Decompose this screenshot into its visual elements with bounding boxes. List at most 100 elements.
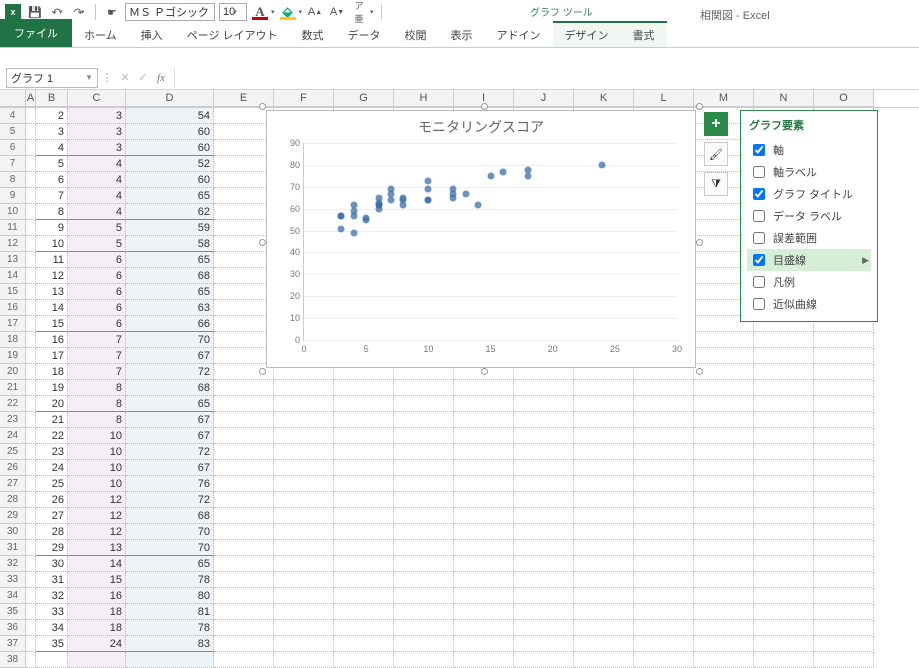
cell[interactable] bbox=[274, 476, 334, 492]
cell[interactable] bbox=[694, 348, 754, 364]
cell[interactable] bbox=[26, 268, 36, 284]
col-header-H[interactable]: H bbox=[394, 90, 454, 107]
cell[interactable] bbox=[574, 508, 634, 524]
cell[interactable] bbox=[214, 540, 274, 556]
chart-object[interactable]: モニタリングスコア 010203040506070809005101520253… bbox=[266, 110, 696, 368]
cell[interactable] bbox=[514, 380, 574, 396]
cell[interactable]: 52 bbox=[126, 156, 214, 172]
cell[interactable] bbox=[754, 364, 814, 380]
col-header-E[interactable]: E bbox=[214, 90, 274, 107]
checkbox[interactable] bbox=[753, 166, 765, 178]
cell[interactable]: 29 bbox=[36, 540, 68, 556]
cell[interactable] bbox=[274, 428, 334, 444]
col-header-B[interactable]: B bbox=[36, 90, 68, 107]
cell[interactable]: 58 bbox=[126, 236, 214, 252]
cell[interactable] bbox=[574, 476, 634, 492]
cell[interactable] bbox=[26, 188, 36, 204]
cell[interactable] bbox=[754, 348, 814, 364]
cell[interactable] bbox=[814, 396, 874, 412]
col-header-G[interactable]: G bbox=[334, 90, 394, 107]
row-header[interactable]: 21 bbox=[0, 380, 26, 396]
cell[interactable] bbox=[274, 604, 334, 620]
cell[interactable] bbox=[574, 604, 634, 620]
cell[interactable] bbox=[334, 380, 394, 396]
cell[interactable]: 10 bbox=[68, 460, 126, 476]
cell[interactable]: 62 bbox=[126, 204, 214, 220]
cell[interactable] bbox=[394, 556, 454, 572]
chart-element-option[interactable]: グラフ タイトル bbox=[747, 183, 871, 205]
cell[interactable]: 12 bbox=[36, 268, 68, 284]
cell[interactable]: 68 bbox=[126, 508, 214, 524]
cell[interactable]: 78 bbox=[126, 572, 214, 588]
checkbox[interactable] bbox=[753, 232, 765, 244]
cell[interactable]: 28 bbox=[36, 524, 68, 540]
cell[interactable] bbox=[334, 412, 394, 428]
font-color-button[interactable]: A bbox=[251, 3, 269, 21]
cell[interactable] bbox=[394, 572, 454, 588]
cell[interactable] bbox=[814, 588, 874, 604]
cell[interactable] bbox=[694, 572, 754, 588]
cell[interactable]: 8 bbox=[68, 396, 126, 412]
cell[interactable] bbox=[754, 396, 814, 412]
cell[interactable]: 10 bbox=[68, 476, 126, 492]
cell[interactable] bbox=[634, 636, 694, 652]
cell[interactable]: 63 bbox=[126, 300, 214, 316]
cell[interactable] bbox=[694, 620, 754, 636]
cell[interactable] bbox=[634, 508, 694, 524]
cell[interactable] bbox=[814, 540, 874, 556]
cell[interactable]: 4 bbox=[68, 188, 126, 204]
cell[interactable]: 18 bbox=[36, 364, 68, 380]
cell[interactable]: 35 bbox=[36, 636, 68, 652]
cell[interactable] bbox=[214, 124, 274, 140]
cell[interactable] bbox=[694, 396, 754, 412]
cell[interactable] bbox=[26, 284, 36, 300]
col-header-D[interactable]: D bbox=[126, 90, 214, 107]
touch-mode-icon[interactable]: ☛ bbox=[103, 3, 121, 21]
cell[interactable] bbox=[274, 412, 334, 428]
cell[interactable] bbox=[454, 524, 514, 540]
cell[interactable] bbox=[334, 524, 394, 540]
cell[interactable] bbox=[754, 476, 814, 492]
cell[interactable] bbox=[454, 428, 514, 444]
fill-color-button[interactable]: ⬙ bbox=[279, 3, 297, 21]
row-header[interactable]: 10 bbox=[0, 204, 26, 220]
row-header[interactable]: 28 bbox=[0, 492, 26, 508]
cell[interactable]: 83 bbox=[126, 636, 214, 652]
cell[interactable] bbox=[814, 492, 874, 508]
cell[interactable] bbox=[394, 652, 454, 668]
cell[interactable] bbox=[214, 460, 274, 476]
cell[interactable] bbox=[634, 540, 694, 556]
cell[interactable] bbox=[214, 220, 274, 236]
cell[interactable] bbox=[394, 428, 454, 444]
chart-point[interactable] bbox=[400, 197, 407, 204]
cell[interactable] bbox=[26, 316, 36, 332]
cell[interactable] bbox=[814, 428, 874, 444]
cell[interactable] bbox=[814, 652, 874, 668]
cell[interactable]: 19 bbox=[36, 380, 68, 396]
cell[interactable] bbox=[754, 572, 814, 588]
cell[interactable] bbox=[26, 476, 36, 492]
cell[interactable] bbox=[214, 332, 274, 348]
cell[interactable] bbox=[274, 588, 334, 604]
cell[interactable] bbox=[334, 636, 394, 652]
cell[interactable] bbox=[26, 396, 36, 412]
cell[interactable] bbox=[634, 492, 694, 508]
cell[interactable]: 24 bbox=[36, 460, 68, 476]
cell[interactable] bbox=[214, 284, 274, 300]
cell[interactable] bbox=[394, 492, 454, 508]
cancel-edit-icon[interactable]: ✕ bbox=[116, 71, 134, 84]
cell[interactable]: 10 bbox=[68, 444, 126, 460]
row-header[interactable]: 37 bbox=[0, 636, 26, 652]
cell[interactable] bbox=[754, 380, 814, 396]
cell[interactable] bbox=[634, 524, 694, 540]
cell[interactable] bbox=[26, 572, 36, 588]
cell[interactable] bbox=[334, 460, 394, 476]
chart-element-option[interactable]: 軸 bbox=[747, 139, 871, 161]
redo-icon[interactable]: ↷▾ bbox=[70, 3, 88, 21]
cell[interactable]: 65 bbox=[126, 556, 214, 572]
cell[interactable] bbox=[26, 236, 36, 252]
cell[interactable]: 5 bbox=[36, 156, 68, 172]
cell[interactable] bbox=[274, 556, 334, 572]
row-header[interactable]: 26 bbox=[0, 460, 26, 476]
cell[interactable] bbox=[454, 508, 514, 524]
